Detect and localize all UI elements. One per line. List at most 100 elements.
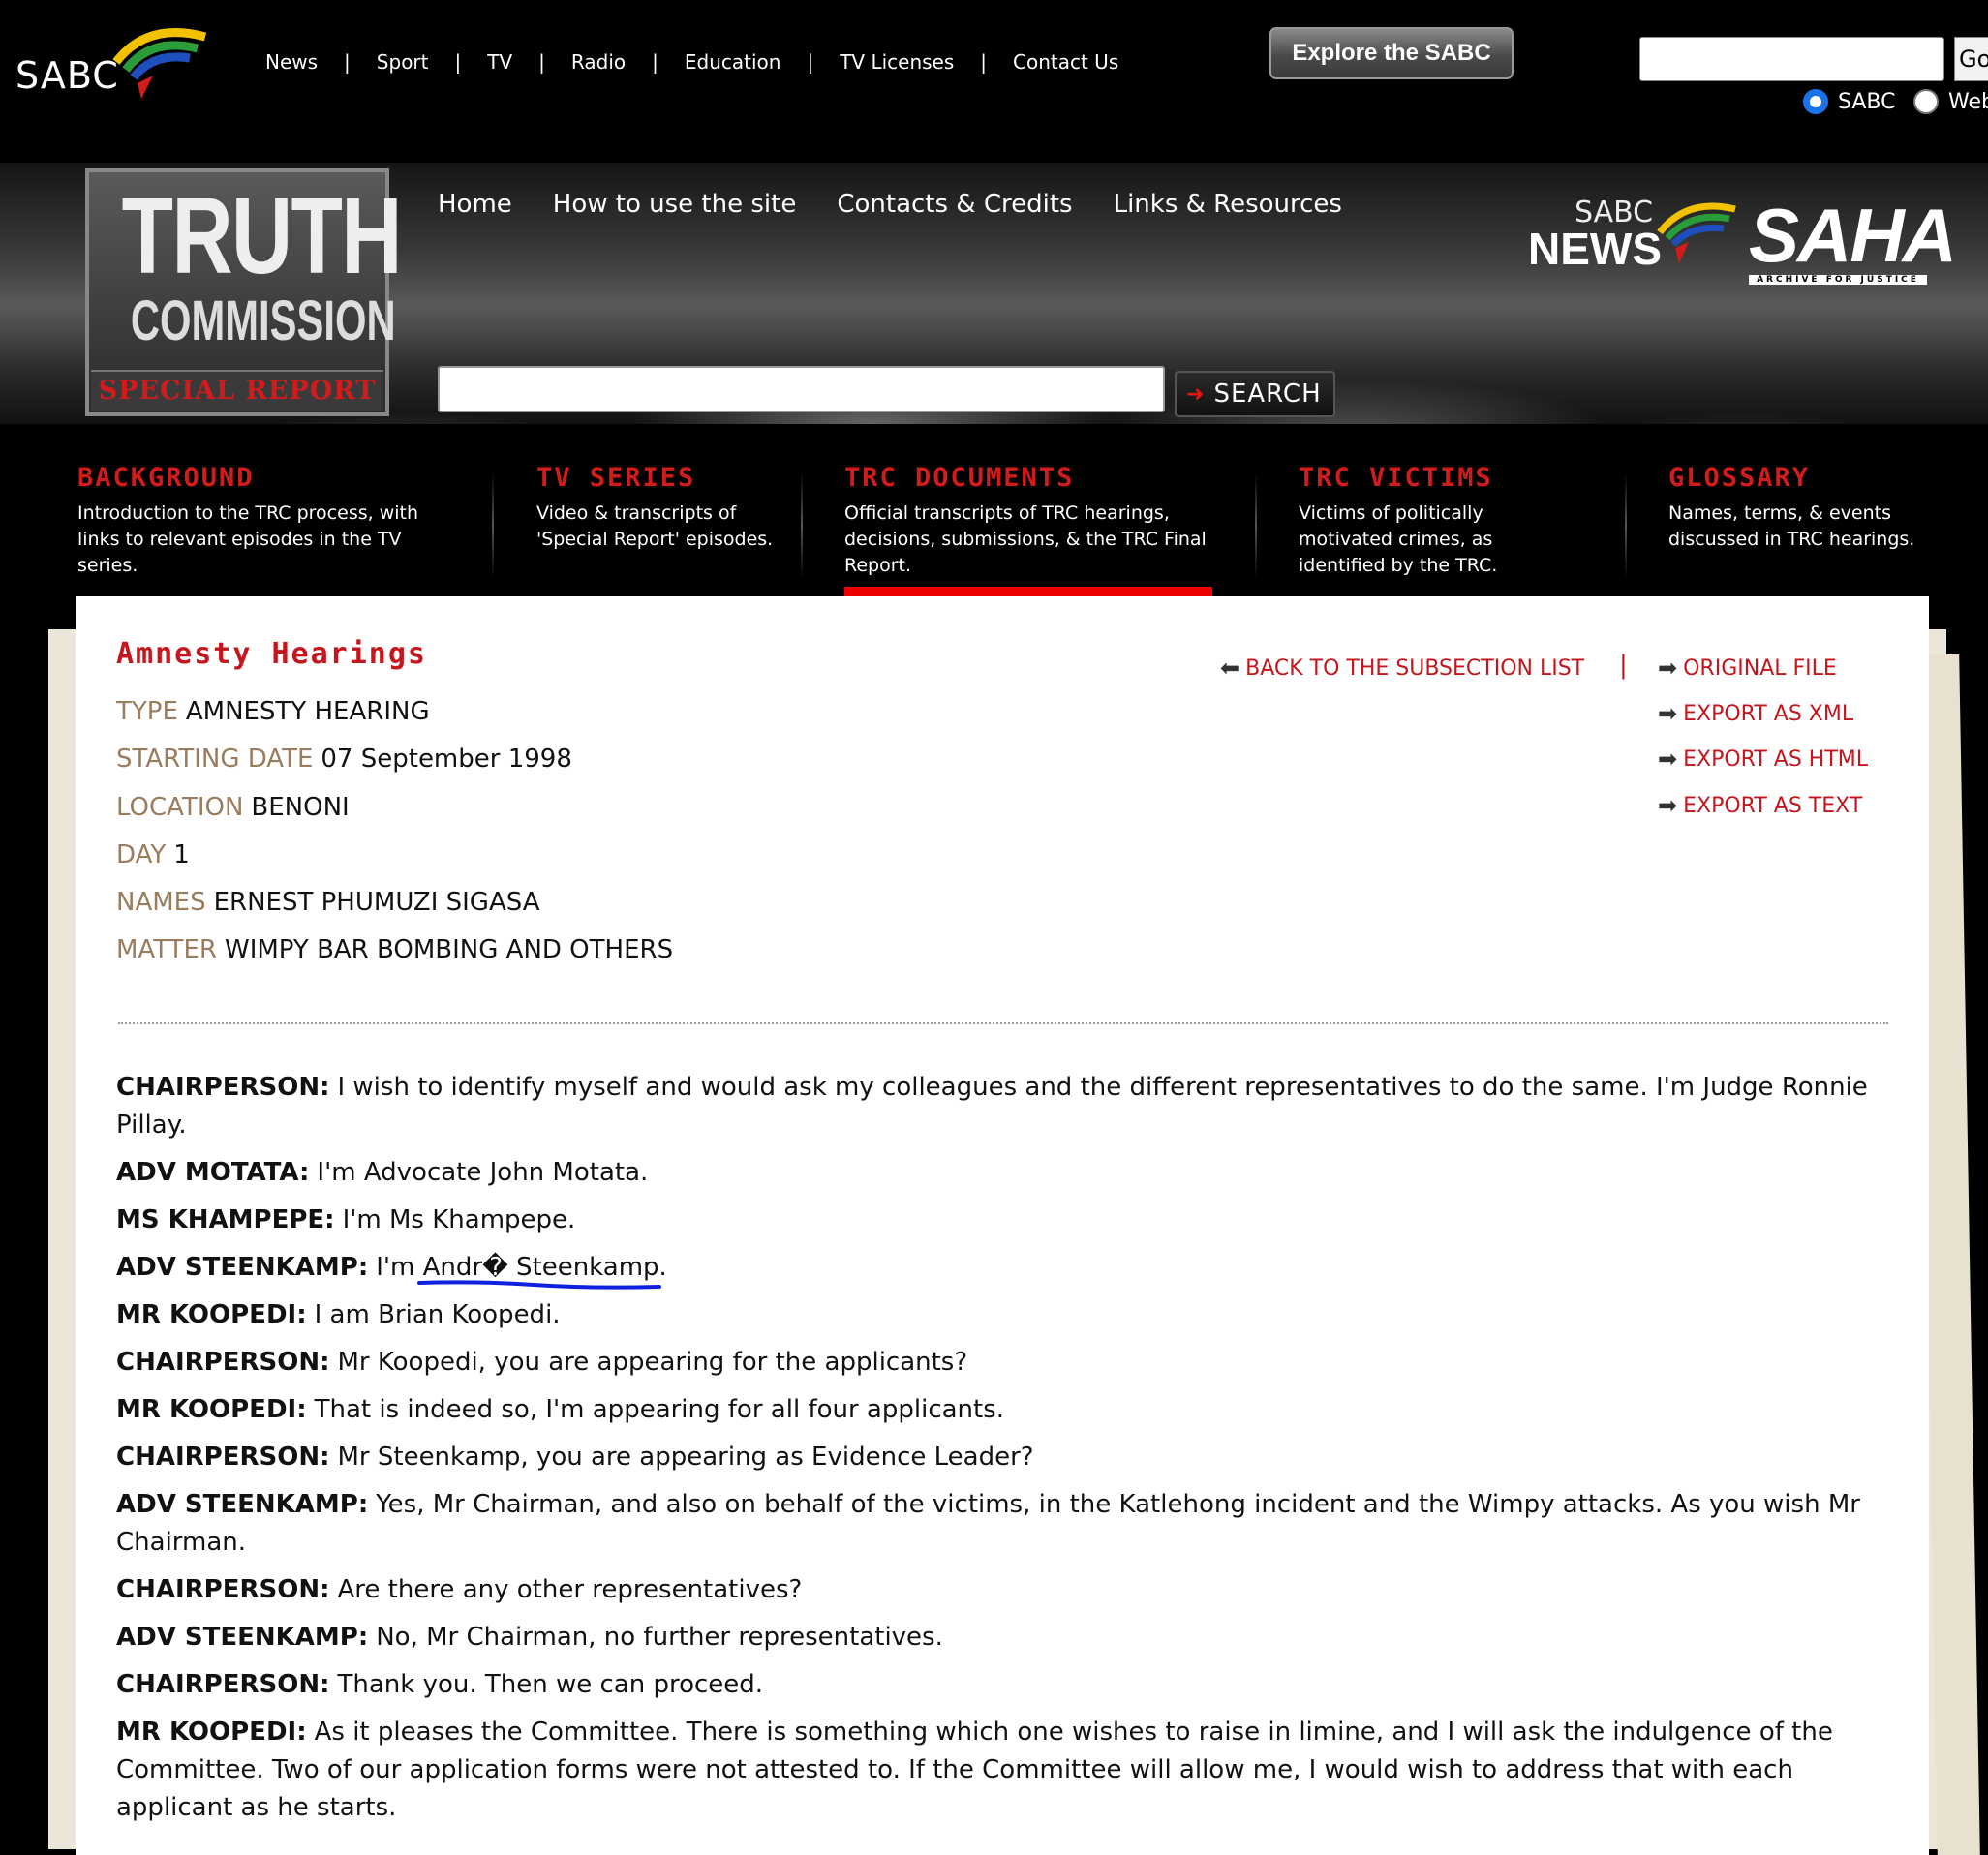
export-text-link[interactable]: ➡ EXPORT AS TEXT <box>1658 792 1862 819</box>
search-button[interactable]: ➜ SEARCH <box>1175 371 1335 417</box>
section-glossary[interactable]: GLOSSARY Names, terms, & events discusse… <box>1668 426 1959 595</box>
transcript-entry: ADV STEENKAMP: Yes, Mr Chairman, and also… <box>116 1486 1888 1562</box>
section-description: Introduction to the TRC process, with li… <box>77 502 419 576</box>
nav-how-to-use[interactable]: How to use the site <box>553 190 797 219</box>
arrow-right-icon: ➡ <box>1658 792 1678 819</box>
sabc-logo[interactable]: SABC <box>15 15 207 103</box>
topnav-radio[interactable]: Radio <box>571 50 626 74</box>
topnav-news[interactable]: News <box>265 50 318 74</box>
speaker: MR KOOPEDI: <box>116 1395 307 1424</box>
meta-value: BENONI <box>251 793 350 822</box>
section-title: BACKGROUND <box>77 463 255 493</box>
link-label: EXPORT AS HTML <box>1683 746 1869 772</box>
utterance: As it pleases the Committee. There is so… <box>116 1718 1833 1822</box>
site-search-input[interactable] <box>438 366 1165 412</box>
utterance: Thank you. Then we can proceed. <box>337 1670 764 1699</box>
transcript-entry: MS KHAMPEPE: I'm Ms Khampepe. <box>116 1201 1888 1239</box>
section-title: GLOSSARY <box>1668 463 1811 493</box>
meta-starting-date: STARTING DATE 07 September 1998 <box>116 745 572 774</box>
sabc-news-logo[interactable]: SABC NEWS <box>1528 194 1741 274</box>
meta-type: TYPE AMNESTY HEARING <box>116 697 430 726</box>
topnav-separator: | <box>807 50 814 74</box>
main-nav: Home How to use the site Contacts & Cred… <box>438 190 1383 219</box>
section-divider <box>1255 472 1257 579</box>
sabc-rainbow-icon <box>112 28 207 99</box>
logo-commission: COMMISSION <box>130 289 396 352</box>
saha-logo[interactable]: SAHA ARCHIVE FOR JUSTICE <box>1749 193 1957 298</box>
arrow-left-icon: ⬅ <box>1220 654 1240 682</box>
search-button-label: SEARCH <box>1213 380 1322 409</box>
radio-sabc-label: SABC <box>1838 89 1896 114</box>
topnav-tv[interactable]: TV <box>487 50 512 74</box>
meta-value: 07 September 1998 <box>321 745 572 774</box>
explore-sabc-button[interactable]: Explore the SABC <box>1269 27 1514 79</box>
section-trc-victims[interactable]: TRC VICTIMS Victims of politically motiv… <box>1299 426 1579 595</box>
back-link-label: BACK TO THE SUBSECTION LIST <box>1245 655 1585 681</box>
topnav-tv-licenses[interactable]: TV Licenses <box>840 50 954 74</box>
section-description: Names, terms, & events discussed in TRC … <box>1668 502 1915 550</box>
speaker: CHAIRPERSON: <box>116 1575 330 1604</box>
utterance: No, Mr Chairman, no further representati… <box>376 1623 943 1652</box>
back-to-subsection-link[interactable]: ⬅ BACK TO THE SUBSECTION LIST <box>1220 654 1584 682</box>
radio-sabc[interactable]: SABC <box>1803 89 1896 114</box>
arrow-right-icon: ➜ <box>1186 381 1205 407</box>
nav-contacts-credits[interactable]: Contacts & Credits <box>837 190 1072 219</box>
original-file-link[interactable]: ➡ ORIGINAL FILE <box>1658 654 1837 682</box>
speaker: CHAIRPERSON: <box>116 1443 330 1472</box>
meta-names: NAMES ERNEST PHUMUZI SIGASA <box>116 888 540 917</box>
nav-home[interactable]: Home <box>438 190 512 219</box>
meta-key: LOCATION <box>116 793 244 822</box>
transcript-entry: CHAIRPERSON: Are there any other represen… <box>116 1571 1888 1609</box>
section-description: Official transcripts of TRC hearings, de… <box>844 502 1207 576</box>
arrow-right-icon: ➡ <box>1658 654 1678 682</box>
document-title: Amnesty Hearings <box>116 637 427 671</box>
meta-key: DAY <box>116 840 167 869</box>
topnav-contact-us[interactable]: Contact Us <box>1013 50 1118 74</box>
speaker: ADV STEENKAMP: <box>116 1623 369 1652</box>
section-divider <box>801 472 803 579</box>
link-label: ORIGINAL FILE <box>1683 655 1837 681</box>
speaker: CHAIRPERSON: <box>116 1348 330 1377</box>
meta-key: STARTING DATE <box>116 745 314 774</box>
utterance: I'm Andr� Steenkamp. <box>376 1253 667 1282</box>
go-button[interactable]: Go <box>1954 37 1988 81</box>
transcript-entry: ADV MOTATA: I'm Advocate John Motata. <box>116 1154 1888 1192</box>
topnav-sport[interactable]: Sport <box>377 50 429 74</box>
section-trc-documents[interactable]: TRC DOCUMENTS Official transcripts of TR… <box>844 426 1212 595</box>
transcript-entry: ADV STEENKAMP: I'm Andr� Steenkamp. <box>116 1249 1888 1287</box>
meta-key: MATTER <box>116 935 217 964</box>
section-nav: BACKGROUND Introduction to the TRC proce… <box>0 426 1988 595</box>
section-tv-series[interactable]: TV SERIES Video & transcripts of 'Specia… <box>536 426 788 595</box>
link-separator: | <box>1619 651 1628 680</box>
transcript-entry: MR KOOPEDI: As it pleases the Committee. … <box>116 1714 1888 1827</box>
speaker: ADV MOTATA: <box>116 1158 310 1187</box>
export-xml-link[interactable]: ➡ EXPORT AS XML <box>1658 700 1853 727</box>
utterance: I am Brian Koopedi. <box>314 1300 561 1329</box>
section-background[interactable]: BACKGROUND Introduction to the TRC proce… <box>77 426 465 595</box>
arrow-right-icon: ➡ <box>1658 700 1678 727</box>
radio-web-label: Web <box>1948 89 1988 114</box>
topnav-separator: | <box>454 50 462 74</box>
radio-web[interactable]: Web <box>1913 89 1988 114</box>
meta-key: NAMES <box>116 888 206 917</box>
transcript-entry: MR KOOPEDI: That is indeed so, I'm appear… <box>116 1391 1888 1429</box>
nav-links-resources[interactable]: Links & Resources <box>1114 190 1342 219</box>
transcript-entry: ADV STEENKAMP: No, Mr Chairman, no furthe… <box>116 1619 1888 1657</box>
speaker: ADV STEENKAMP: <box>116 1253 369 1282</box>
transcript-entry: CHAIRPERSON: I wish to identify myself an… <box>116 1069 1888 1144</box>
active-section-indicator <box>844 587 1212 596</box>
utterance: That is indeed so, I'm appearing for all… <box>314 1395 1005 1424</box>
document-panel: Amnesty Hearings TYPE AMNESTY HEARING STA… <box>76 596 1929 1855</box>
export-html-link[interactable]: ➡ EXPORT AS HTML <box>1658 745 1868 773</box>
saha-logo-text: SAHA <box>1749 193 1957 278</box>
meta-value: 1 <box>173 840 190 869</box>
sabc-search-input[interactable] <box>1639 37 1944 81</box>
meta-value: ERNEST PHUMUZI SIGASA <box>213 888 540 917</box>
sabc-top-bar: SABC News | Sport | TV | Radio | Educati… <box>0 0 1988 155</box>
sabc-news-text: NEWS <box>1528 224 1662 274</box>
truth-commission-logo[interactable]: TRUTH COMMISSION SPECIAL REPORT <box>85 168 402 416</box>
section-title: TV SERIES <box>536 463 696 493</box>
sabc-top-nav: News | Sport | TV | Radio | Education | … <box>265 50 1118 74</box>
topnav-education[interactable]: Education <box>685 50 781 74</box>
radio-selected-icon <box>1803 89 1828 114</box>
